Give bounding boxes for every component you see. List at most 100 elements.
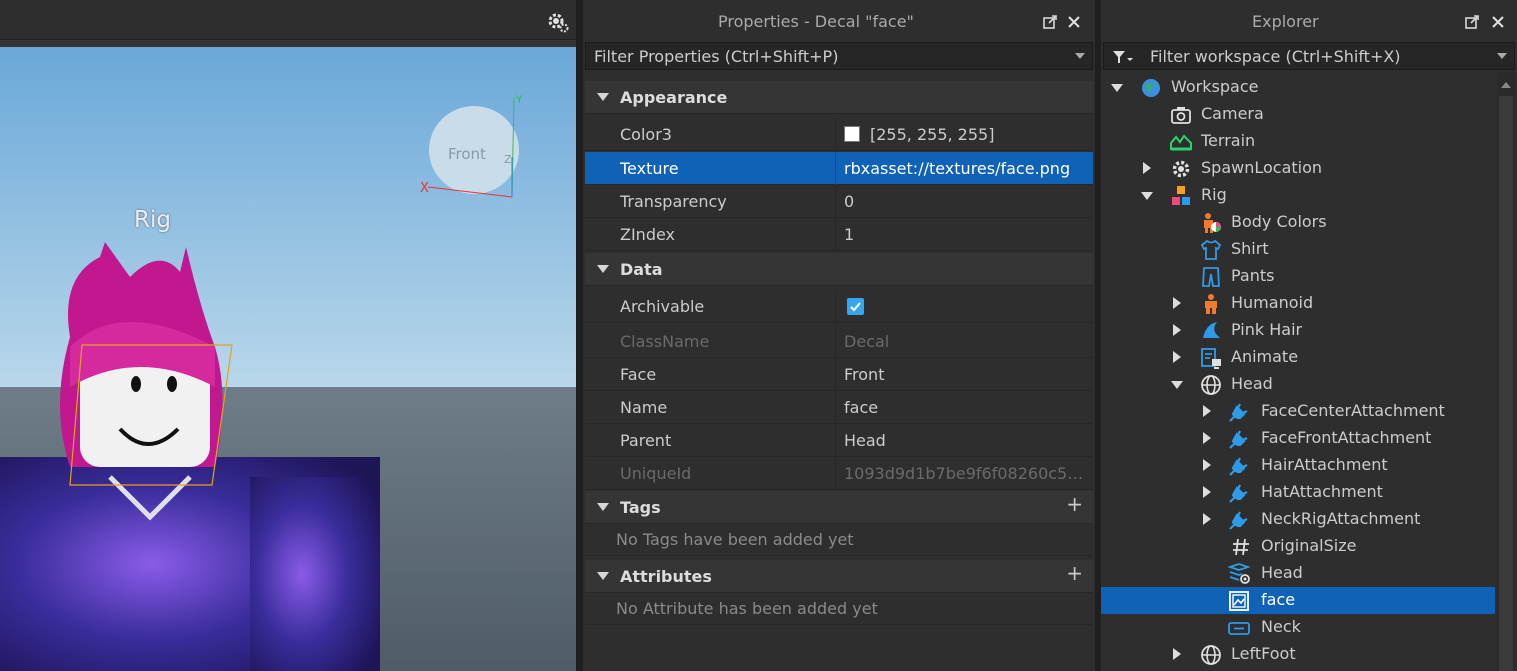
camera-icon (1171, 107, 1191, 124)
expand-arrow-icon[interactable] (1203, 459, 1211, 471)
3d-viewport[interactable]: Front X Y Z Rig (0, 0, 576, 671)
tree-item-face[interactable]: face (1101, 587, 1495, 614)
collapse-arrow-icon[interactable] (597, 93, 609, 101)
explorer-filter-input[interactable]: Filter workspace (Ctrl+Shift+X) (1103, 42, 1515, 70)
scene-graphic: Front X Y Z (0, 47, 576, 671)
section-tags[interactable]: Tags + (585, 491, 1093, 524)
expand-arrow-icon[interactable] (1173, 648, 1181, 660)
prop-row-texture[interactable]: Texture rbxasset://textures/face.png (585, 152, 1093, 185)
add-attribute-button[interactable]: + (1066, 561, 1083, 585)
collapse-arrow-icon[interactable] (597, 572, 609, 580)
chevron-down-icon[interactable] (1075, 53, 1085, 59)
tree-item-camera[interactable]: Camera (1101, 101, 1495, 128)
section-attributes[interactable]: Attributes + (585, 560, 1093, 593)
close-icon[interactable] (1489, 13, 1507, 31)
expand-arrow-icon[interactable] (1173, 351, 1181, 363)
tree-item-spawnlocation[interactable]: SpawnLocation (1101, 155, 1495, 182)
tree-item-head[interactable]: Head (1101, 371, 1495, 398)
expand-arrow-icon[interactable] (1203, 405, 1211, 417)
pants-icon (1202, 267, 1220, 287)
close-icon[interactable] (1065, 13, 1083, 31)
properties-filter-input[interactable]: Filter Properties (Ctrl+Shift+P) (585, 42, 1093, 70)
prop-row-parent[interactable]: Parent Head (585, 424, 1093, 457)
attachment-icon (1229, 457, 1248, 476)
scroll-up-icon[interactable] (1501, 82, 1511, 88)
prop-row-classname[interactable]: ClassName Decal (585, 325, 1093, 358)
expand-arrow-icon[interactable] (1111, 84, 1123, 92)
attachment-icon (1229, 511, 1248, 530)
attachment-icon (1229, 484, 1248, 503)
expand-arrow-icon[interactable] (1143, 162, 1151, 174)
tree-item-leftfoot[interactable]: LeftFoot (1101, 641, 1495, 668)
rig-name-label: Rig (134, 207, 171, 233)
tree-item-humanoid[interactable]: Humanoid (1101, 290, 1495, 317)
tree-item-rig[interactable]: Rig (1101, 182, 1495, 209)
tree-item-terrain[interactable]: Terrain (1101, 128, 1495, 155)
scene-render[interactable]: Front X Y Z Rig (0, 47, 576, 671)
collapse-arrow-icon[interactable] (597, 503, 609, 511)
expand-arrow-icon[interactable] (1203, 513, 1211, 525)
part-icon (1201, 375, 1221, 395)
svg-text:Y: Y (515, 93, 523, 106)
chevron-down-icon[interactable] (1497, 53, 1507, 59)
expand-arrow-icon[interactable] (1203, 432, 1211, 444)
prop-row-archivable[interactable]: Archivable (585, 290, 1093, 323)
tree-item-neckrigattachment[interactable]: NeckRigAttachment (1101, 506, 1495, 533)
expand-arrow-icon[interactable] (1203, 486, 1211, 498)
tree-item-head-mesh[interactable]: Head (1101, 560, 1495, 587)
properties-panel: Properties - Decal "face" Filter Propert… (583, 0, 1095, 671)
humanoid-icon (1205, 294, 1217, 314)
color-swatch[interactable] (844, 126, 860, 142)
shirt-icon (1200, 239, 1222, 260)
filter-icon[interactable] (1112, 50, 1134, 64)
prop-row-transparency[interactable]: Transparency 0 (585, 185, 1093, 218)
section-appearance[interactable]: Appearance (585, 81, 1093, 114)
attachment-icon (1229, 403, 1248, 422)
tree-item-originalsize[interactable]: OriginalSize (1101, 533, 1495, 560)
undock-icon[interactable] (1463, 13, 1481, 31)
model-icon (1172, 186, 1190, 205)
value-icon (1233, 538, 1249, 556)
tree-item-pants[interactable]: Pants (1101, 263, 1495, 290)
explorer-title: Explorer (1252, 12, 1319, 31)
explorer-tree[interactable]: Workspace Camera Terrain SpawnLocation R… (1101, 72, 1495, 671)
scrollbar-thumb[interactable] (1499, 96, 1513, 671)
tree-item-workspace[interactable]: Workspace (1101, 74, 1495, 101)
prop-row-zindex[interactable]: ZIndex 1 (585, 218, 1093, 251)
expand-arrow-icon[interactable] (1173, 297, 1181, 309)
explorer-panel: Explorer Filter workspace (Ctrl+Shift+X)… (1101, 0, 1517, 671)
svg-text:Z: Z (504, 153, 512, 166)
part-icon (1201, 645, 1221, 665)
tree-item-hatattachment[interactable]: HatAttachment (1101, 479, 1495, 506)
tree-item-shirt[interactable]: Shirt (1101, 236, 1495, 263)
collapse-arrow-icon[interactable] (597, 265, 609, 273)
tree-item-facecenterattachment[interactable]: FaceCenterAttachment (1101, 398, 1495, 425)
attachment-icon (1229, 430, 1248, 449)
undock-icon[interactable] (1041, 13, 1059, 31)
tree-item-hairattachment[interactable]: HairAttachment (1101, 452, 1495, 479)
expand-arrow-icon[interactable] (1141, 192, 1153, 200)
archivable-checkbox[interactable] (847, 298, 864, 315)
terrain-icon (1170, 134, 1192, 151)
tree-item-animate[interactable]: Animate (1101, 344, 1495, 371)
prop-row-uniqueid[interactable]: UniqueId 1093d9d1b7be9f6f08260c590... (585, 457, 1093, 490)
gear-icon[interactable] (546, 10, 570, 34)
panel-splitter[interactable] (576, 0, 583, 671)
gizmo-front-label: Front (448, 145, 486, 163)
expand-arrow-icon[interactable] (1171, 381, 1183, 389)
explorer-header: Explorer (1101, 0, 1517, 42)
gear-icon (1172, 160, 1190, 178)
prop-row-color3[interactable]: Color3 [255, 255, 255] (585, 118, 1093, 151)
prop-row-name[interactable]: Name face (585, 391, 1093, 424)
tree-item-pink-hair[interactable]: Pink Hair (1101, 317, 1495, 344)
globe-icon (1142, 79, 1160, 97)
prop-row-face[interactable]: Face Front (585, 358, 1093, 391)
tree-item-body-colors[interactable]: Body Colors (1101, 209, 1495, 236)
section-data[interactable]: Data (585, 253, 1093, 286)
tree-item-neck[interactable]: Neck (1101, 614, 1495, 641)
tree-item-facefrontattachment[interactable]: FaceFrontAttachment (1101, 425, 1495, 452)
expand-arrow-icon[interactable] (1173, 324, 1181, 336)
accessory-icon (1203, 322, 1220, 338)
checkmark-icon (850, 302, 861, 312)
add-tag-button[interactable]: + (1066, 492, 1083, 516)
